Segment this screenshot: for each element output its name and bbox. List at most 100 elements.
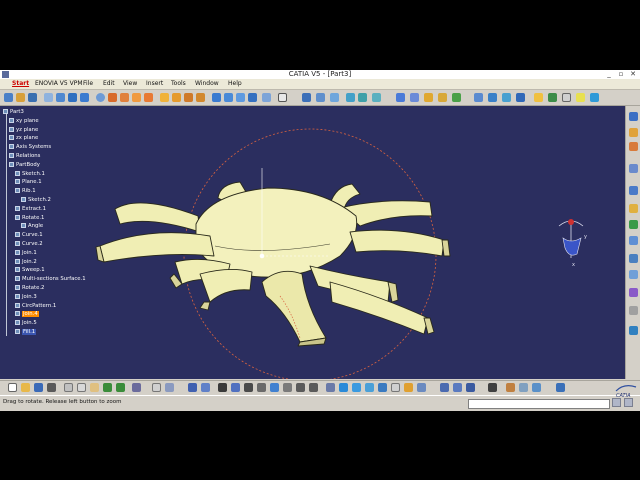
wrap-icon[interactable] [629,270,638,279]
menu-start[interactable]: Start [12,79,29,89]
undo-icon[interactable] [103,383,112,392]
tree-node[interactable]: Sketch.1 [3,170,103,179]
zoom-in-icon[interactable] [296,383,305,392]
constraint-icon[interactable] [629,326,638,335]
plane-tool-icon[interactable] [80,93,89,102]
bim-icon[interactable] [629,288,638,297]
stop-command-icon[interactable] [612,398,621,407]
tree-node[interactable]: Rotate.2 [3,284,103,293]
tree-node[interactable]: Join.3 [3,293,103,302]
menu-view[interactable]: View [123,79,137,89]
sketch-tool-icon[interactable] [44,93,53,102]
analysis-tool-icon[interactable] [629,204,638,213]
connect-checker-icon[interactable] [516,93,525,102]
measure-item-icon[interactable] [453,383,462,392]
material-icon[interactable] [417,383,426,392]
tree-node[interactable]: Curve.1 [3,231,103,240]
normal-view-icon[interactable] [326,383,335,392]
menu-tools[interactable]: Tools [171,79,186,89]
apply-material-icon[interactable] [548,93,557,102]
menu-enovia[interactable]: ENOVIA V5 VPM [35,79,83,89]
extract-tool-icon[interactable] [262,93,271,102]
boundary-icon[interactable] [248,93,257,102]
formula-icon[interactable] [576,93,585,102]
sketcher-icon[interactable] [278,93,287,102]
select-icon[interactable] [629,112,638,121]
tree-node[interactable]: Join.4 [3,310,103,319]
sphere-icon[interactable] [132,93,141,102]
copy-icon[interactable] [77,383,86,392]
command-input[interactable] [468,399,610,409]
hyperlink-icon[interactable] [556,383,565,392]
print-icon[interactable] [47,383,56,392]
menu-insert[interactable]: Insert [146,79,163,89]
iso-view-icon[interactable] [339,383,348,392]
rotate-view-icon[interactable] [244,383,253,392]
camera-icon[interactable] [488,383,497,392]
save-icon[interactable] [28,93,37,102]
rotate-tool-icon[interactable] [316,93,325,102]
tree-node[interactable]: PartBody [3,161,103,170]
open-doc-icon[interactable] [21,383,30,392]
shading-icon[interactable] [365,383,374,392]
circle-icon[interactable] [96,93,105,102]
walk-icon[interactable] [519,383,528,392]
cylinder-icon[interactable] [144,93,153,102]
comment-icon[interactable] [165,383,174,392]
split-icon[interactable] [224,93,233,102]
fly-mode-icon[interactable] [532,383,541,392]
render-icon[interactable] [404,383,413,392]
tree-node[interactable]: Sketch.2 [3,196,103,205]
tree-node[interactable]: Angle [3,222,103,231]
minimize-button[interactable]: _ [603,70,615,79]
save-doc-icon[interactable] [34,383,43,392]
measure-between-icon[interactable] [440,383,449,392]
developed-shapes-icon[interactable] [629,220,638,229]
operation-icon[interactable] [629,186,638,195]
blend-icon[interactable] [196,93,205,102]
affinity-icon[interactable] [358,93,367,102]
bump-icon[interactable] [629,254,638,263]
new-icon[interactable] [4,93,13,102]
extrude-icon[interactable] [108,93,117,102]
curvature-icon[interactable] [502,93,511,102]
duplicate-icon[interactable] [438,93,447,102]
menu-help[interactable]: Help [228,79,242,89]
measure-inertia-icon[interactable] [466,383,475,392]
compass[interactable]: y x [551,214,591,270]
cut-icon[interactable] [64,383,73,392]
measure-icon[interactable] [534,93,543,102]
redo-icon[interactable] [116,383,125,392]
formula-fx-icon[interactable] [152,383,161,392]
trim-icon[interactable] [236,93,245,102]
hand-pan-icon[interactable] [270,383,279,392]
tree-node[interactable]: Plane.1 [3,178,103,187]
offset-icon[interactable] [212,93,221,102]
menu-file[interactable]: File [83,79,93,89]
tools-palette-icon[interactable] [629,306,638,315]
tree-node[interactable]: CircPattern.1 [3,302,103,311]
axis-to-axis-icon[interactable] [372,93,381,102]
tree-node[interactable]: Fill.1 [3,328,103,337]
tree-node[interactable]: Join.2 [3,258,103,267]
3d-viewport[interactable]: Part3 xy plane yz plane zx plane Axis System… [0,106,625,379]
fill-tool-icon[interactable] [172,93,181,102]
analysis-icon[interactable] [474,93,483,102]
tree-node[interactable]: Rib.1 [3,187,103,196]
revolve-icon[interactable] [120,93,129,102]
tree-node[interactable]: Join.5 [3,319,103,328]
tree-node[interactable]: Relations [3,152,103,161]
wireframe-icon[interactable] [629,128,638,137]
tree-node[interactable]: Sweep.1 [3,266,103,275]
plane-icon-right[interactable] [629,164,638,173]
draft-analysis-icon[interactable] [488,93,497,102]
menu-edit[interactable]: Edit [103,79,115,89]
user-pattern-icon[interactable] [424,93,433,102]
knowledge-icon[interactable] [562,93,571,102]
swap-visible-icon[interactable] [201,383,210,392]
scaling-icon[interactable] [346,93,355,102]
restore-button[interactable]: ▫ [615,70,627,79]
wireframe-view-icon[interactable] [391,383,400,392]
whats-this-icon[interactable] [132,383,141,392]
tree-node[interactable]: zx plane [3,134,103,143]
